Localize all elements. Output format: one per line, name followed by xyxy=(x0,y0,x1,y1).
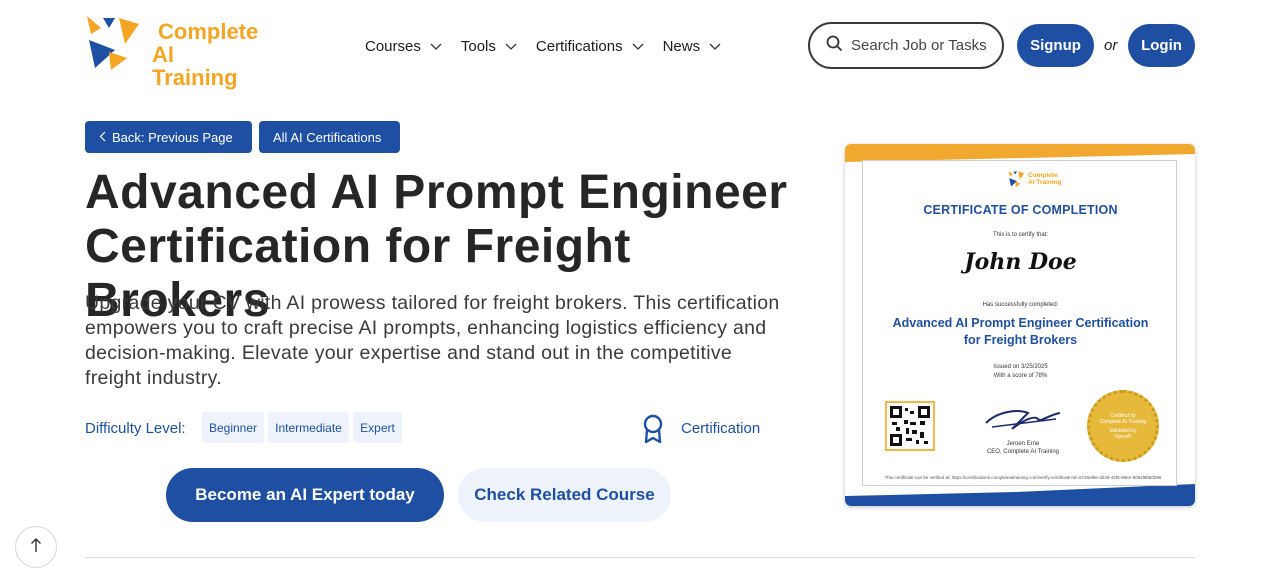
certify-text: This is to certify that: xyxy=(992,232,1049,238)
cert-logo-line1: Complete xyxy=(1028,172,1058,179)
scroll-to-top-button[interactable] xyxy=(15,526,57,568)
nav-label: Courses xyxy=(365,37,421,55)
validation-seal: Certified by Complete AI Training Valida… xyxy=(1087,390,1159,462)
cert-logo-line2: AI Training xyxy=(1028,179,1062,186)
page-description: Upgrade your CV with AI prowess tailored… xyxy=(85,292,780,389)
certificate-heading: CERTIFICATE OF COMPLETION xyxy=(923,203,1118,217)
seal-line2: Complete AI Training xyxy=(1099,418,1147,425)
nav-item-news[interactable]: News xyxy=(663,36,722,56)
search-icon xyxy=(826,35,843,57)
all-certifications-button[interactable]: All AI Certifications xyxy=(259,121,400,153)
signer-info: Jeroen Erne CEO, Complete AI Training xyxy=(958,440,1088,456)
nav-label: News xyxy=(662,37,701,55)
login-button[interactable]: Login xyxy=(1128,24,1195,67)
or-text: or xyxy=(1104,37,1118,54)
signer-name: Jeroen Erne xyxy=(1006,441,1040,447)
chevron-down-icon xyxy=(709,38,721,55)
logo-mark-icon xyxy=(87,16,139,70)
chevron-down-icon xyxy=(632,38,644,55)
award-ribbon-icon xyxy=(641,414,665,449)
certification-type-label: Certification xyxy=(681,420,761,437)
difficulty-chip-beginner: Beginner xyxy=(202,412,264,443)
chevron-down-icon xyxy=(505,38,517,55)
logo-mark-icon xyxy=(1008,170,1025,188)
completed-text: Has successfully completed: xyxy=(982,302,1059,308)
certificate-preview: Complete AI Training CERTIFICATE OF COMP… xyxy=(845,144,1195,506)
qr-code xyxy=(885,401,935,451)
nav-item-certifications[interactable]: Certifications xyxy=(536,36,644,56)
signer-title: CEO, Complete AI Training xyxy=(986,449,1060,455)
logo-line2: AI Training xyxy=(152,42,238,90)
nav-item-tools[interactable]: Tools xyxy=(461,36,517,56)
back-button[interactable]: Back: Previous Page xyxy=(85,121,252,153)
section-divider xyxy=(85,557,1195,558)
logo-text: Complete AI Training xyxy=(152,20,265,89)
check-related-course-button[interactable]: Check Related Course xyxy=(458,468,671,522)
certificate-course-title: Advanced AI Prompt Engineer Certificatio… xyxy=(892,316,1149,347)
signup-button[interactable]: Signup xyxy=(1017,24,1094,67)
search-box[interactable] xyxy=(808,22,1004,69)
arrow-up-icon xyxy=(30,537,42,558)
site-logo[interactable]: Complete AI Training xyxy=(85,14,265,89)
chevron-down-icon xyxy=(430,38,442,55)
become-expert-button[interactable]: Become an AI Expert today xyxy=(166,468,444,522)
main-nav: Courses Tools Certifications News xyxy=(365,36,740,56)
nav-item-courses[interactable]: Courses xyxy=(365,36,442,56)
chevron-left-icon xyxy=(99,130,106,145)
difficulty-label: Difficulty Level: xyxy=(85,420,186,437)
recipient-name: John Doe xyxy=(964,249,1077,275)
certificate-logo: Complete AI Training xyxy=(1008,169,1068,191)
search-input[interactable] xyxy=(851,37,1001,54)
difficulty-chip-intermediate: Intermediate xyxy=(268,412,349,443)
nav-label: Certifications xyxy=(535,37,623,55)
difficulty-chip-expert: Expert xyxy=(353,412,402,443)
back-button-label: Back: Previous Page xyxy=(112,129,233,145)
nav-label: Tools xyxy=(460,37,496,55)
score-text: With a score of 78% xyxy=(993,373,1048,379)
logo-line1: Complete xyxy=(158,19,259,44)
issued-date: Issued on 3/25/2025 xyxy=(993,364,1048,370)
certificate-body: Complete AI Training CERTIFICATE OF COMP… xyxy=(862,160,1177,486)
verification-text: This certificate can be verified at: htt… xyxy=(884,475,1162,480)
seal-line4: OpenAI xyxy=(1114,433,1132,440)
